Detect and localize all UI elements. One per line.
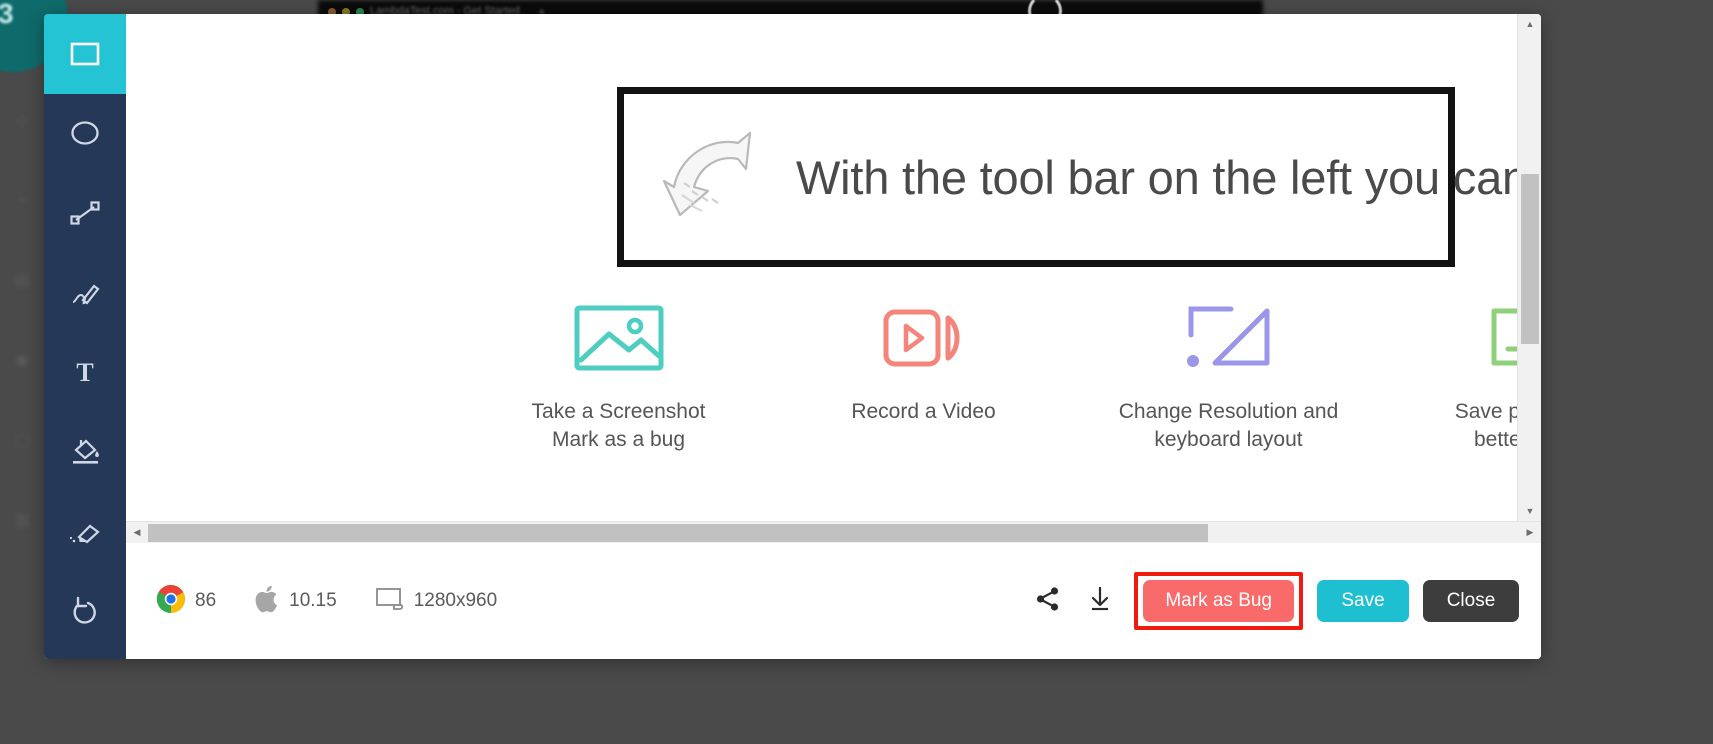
svg-text:T: T (76, 358, 93, 386)
fill-tool-button[interactable] (44, 412, 126, 492)
annotation-toolbar: T (44, 14, 126, 659)
action-buttons: Mark as Bug Save Close (1022, 572, 1519, 630)
share-button[interactable] (1022, 578, 1074, 624)
eraser-icon (68, 518, 102, 546)
chrome-icon (156, 584, 186, 619)
scroll-down-arrow-icon[interactable]: ▼ (1518, 501, 1541, 521)
headline-frame: With the tool bar on the left you can (617, 87, 1455, 267)
horizontal-scroll-thumb[interactable] (148, 524, 1208, 542)
apple-icon (254, 584, 280, 619)
pencil-icon (68, 278, 102, 308)
browser-version: 86 (195, 590, 216, 612)
save-button[interactable]: Save (1317, 580, 1409, 622)
feature-label: Change Resolution and keyboard layout (1076, 398, 1381, 455)
feature-list: Take a Screenshot Mark as a bug Record a… (466, 292, 1517, 455)
undo-icon (69, 596, 101, 626)
feature-item-save-projects: Save projects for better record (1381, 292, 1517, 455)
session-metadata: 86 10.15 (156, 584, 497, 619)
ellipse-tool-button[interactable] (44, 94, 126, 174)
feature-label: Record a Video (771, 398, 1076, 426)
video-icon (771, 292, 1076, 384)
rectangle-tool-button[interactable] (44, 14, 126, 94)
ellipse-icon (70, 120, 100, 146)
mark-as-bug-button[interactable]: Mark as Bug (1143, 580, 1294, 622)
folder-icon (1381, 292, 1517, 384)
text-tool-button[interactable]: T (44, 333, 126, 413)
feature-label: Save projects for better record (1381, 398, 1517, 455)
share-icon (1035, 586, 1061, 617)
curved-arrow-icon (660, 125, 770, 230)
scroll-up-arrow-icon[interactable]: ▲ (1518, 14, 1541, 34)
eraser-tool-button[interactable] (44, 492, 126, 572)
close-button[interactable]: Close (1423, 580, 1519, 622)
feature-item-record-video: Record a Video (771, 292, 1076, 455)
feature-label: Take a Screenshot Mark as a bug (466, 398, 771, 455)
canvas-horizontal-scrollbar[interactable]: ◀ ▶ (126, 521, 1541, 543)
os-version: 10.15 (289, 590, 337, 612)
scroll-left-arrow-icon[interactable]: ◀ (126, 522, 148, 544)
pencil-tool-button[interactable] (44, 253, 126, 333)
rectangle-icon (70, 42, 100, 66)
feature-item-screenshot: Take a Screenshot Mark as a bug (466, 292, 771, 455)
monitor-icon (375, 586, 405, 617)
line-tool-button[interactable] (44, 173, 126, 253)
paint-bucket-icon (68, 437, 102, 467)
canvas-region: With the tool bar on the left you can Ta… (126, 14, 1541, 521)
download-button[interactable] (1074, 578, 1126, 624)
browser-meta: 86 (156, 584, 216, 619)
feature-item-change-resolution: Change Resolution and keyboard layout (1076, 292, 1381, 455)
headline-text: With the tool bar on the left you can (796, 150, 1517, 205)
text-icon: T (70, 358, 100, 386)
image-icon (466, 292, 771, 384)
canvas-vertical-scrollbar[interactable]: ▲ ▼ (1517, 14, 1541, 521)
editor-content-column: With the tool bar on the left you can Ta… (126, 14, 1541, 659)
screenshot-canvas[interactable]: With the tool bar on the left you can Ta… (126, 14, 1517, 521)
vertical-scroll-thumb[interactable] (1521, 174, 1539, 344)
undo-tool-button[interactable] (44, 571, 126, 651)
line-icon (69, 199, 101, 227)
resolution-value: 1280x960 (414, 590, 497, 612)
os-meta: 10.15 (254, 584, 337, 619)
download-icon (1089, 585, 1111, 618)
screenshot-editor-modal: T (44, 14, 1541, 659)
scroll-right-arrow-icon[interactable]: ▶ (1519, 522, 1541, 544)
mark-as-bug-highlight: Mark as Bug (1134, 572, 1303, 630)
editor-action-bar: 86 10.15 (126, 543, 1541, 659)
resolution-meta: 1280x960 (375, 586, 497, 617)
resolution-icon (1076, 292, 1381, 384)
